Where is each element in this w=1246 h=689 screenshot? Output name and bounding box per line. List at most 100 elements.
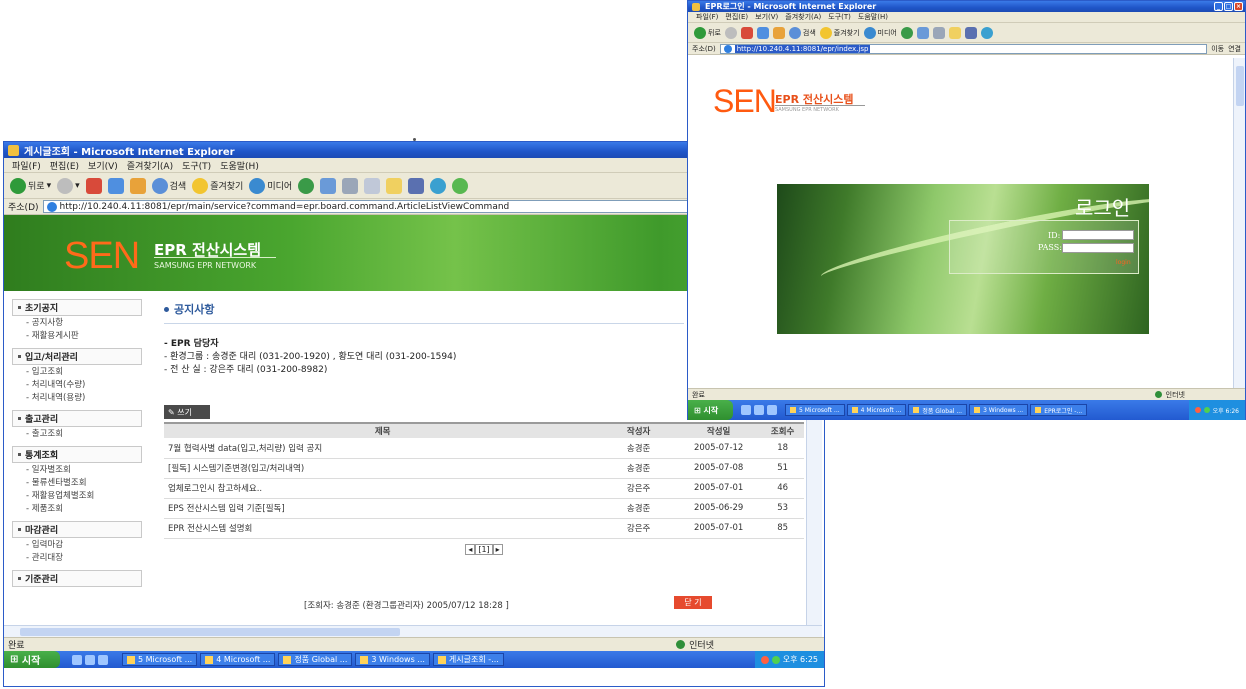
sidebar-item-processing-volume[interactable]: - 처리내역(용량) bbox=[12, 393, 142, 404]
refresh-icon[interactable] bbox=[756, 26, 769, 39]
tray-icon[interactable] bbox=[760, 655, 769, 664]
folder-icon[interactable] bbox=[386, 177, 403, 194]
sidebar-item-input-closing[interactable]: - 입력마감 bbox=[12, 540, 142, 551]
history-icon[interactable] bbox=[900, 26, 913, 39]
start-button[interactable]: ⊞ 시작 bbox=[688, 400, 733, 420]
vertical-scrollbar[interactable] bbox=[1233, 58, 1245, 388]
history-icon[interactable] bbox=[298, 177, 315, 194]
home-icon[interactable] bbox=[772, 26, 785, 39]
write-button[interactable]: ✎ 쓰기 bbox=[164, 405, 210, 419]
menu-view[interactable]: 보기(V) bbox=[755, 12, 778, 22]
menu-edit[interactable]: 편집(E) bbox=[50, 159, 79, 172]
back-button[interactable]: 뒤로 ▾ bbox=[10, 177, 51, 194]
mail-icon[interactable] bbox=[320, 177, 337, 194]
scroll-thumb[interactable] bbox=[20, 628, 400, 636]
desktop-icon[interactable] bbox=[741, 405, 751, 415]
sidebar-heading[interactable]: 통계조회 bbox=[12, 446, 142, 463]
menu-help[interactable]: 도움말(H) bbox=[220, 159, 259, 172]
taskbar-item[interactable]: EPR로그인 -... bbox=[1030, 404, 1088, 416]
sidebar-item-by-date[interactable]: - 일자별조회 bbox=[12, 465, 142, 476]
sidebar-item-product[interactable]: - 제품조회 bbox=[12, 504, 142, 515]
print-icon[interactable] bbox=[342, 177, 359, 194]
search-button[interactable]: 검색 bbox=[788, 26, 816, 39]
forward-icon[interactable] bbox=[724, 26, 737, 39]
minimize-button[interactable]: _ bbox=[1214, 2, 1223, 11]
tray-icon[interactable] bbox=[1194, 407, 1201, 413]
home-icon[interactable] bbox=[129, 177, 146, 194]
menu-edit[interactable]: 편집(E) bbox=[725, 12, 748, 22]
login-button[interactable]: login bbox=[1116, 259, 1131, 266]
sidebar-item-by-recycler[interactable]: - 재활용업체별조회 bbox=[12, 491, 142, 502]
taskbar-item[interactable]: 5 Microsoft ... bbox=[122, 653, 198, 666]
tray-icon[interactable] bbox=[771, 655, 780, 664]
table-row[interactable]: 업체로그인시 참고하세요.. 강은주 2005-07-01 46 bbox=[164, 478, 804, 499]
extra-icon[interactable] bbox=[452, 177, 469, 194]
taskbar-item[interactable]: 게시글조회 -... bbox=[432, 653, 504, 666]
horizontal-scrollbar[interactable] bbox=[4, 625, 822, 637]
stop-icon[interactable] bbox=[85, 177, 102, 194]
sidebar-heading[interactable]: 출고관리 bbox=[12, 410, 142, 427]
next-page-button[interactable]: ▸ bbox=[492, 543, 503, 555]
menu-tools[interactable]: 도구(T) bbox=[828, 12, 851, 22]
back-button[interactable]: 뒤로 bbox=[694, 26, 721, 39]
sidebar-item-ledger[interactable]: - 관리대장 bbox=[12, 553, 142, 564]
sidebar-item-by-center[interactable]: - 물류센타별조회 bbox=[12, 478, 142, 489]
sidebar-heading[interactable]: 초기공지 bbox=[12, 299, 142, 316]
post-title[interactable]: [필독] 시스템기준변경(입고/처리내역) bbox=[164, 458, 602, 479]
maximize-button[interactable]: □ bbox=[1224, 2, 1233, 11]
close-window-button[interactable]: × bbox=[1234, 2, 1243, 11]
tray-icon[interactable] bbox=[1203, 407, 1210, 413]
table-row[interactable]: EPS 전산시스템 입력 기준[필독] 송경준 2005-06-29 53 bbox=[164, 498, 804, 519]
desktop-icon[interactable] bbox=[72, 654, 82, 665]
ie-icon[interactable] bbox=[98, 654, 108, 665]
table-row[interactable]: 7월 협력사별 data(입고,처리량) 입력 공지 송경준 2005-07-1… bbox=[164, 438, 804, 459]
menu-help[interactable]: 도움말(H) bbox=[858, 12, 888, 22]
sidebar-heading[interactable]: 기준관리 bbox=[12, 570, 142, 587]
print-icon[interactable] bbox=[932, 26, 945, 39]
favorites-button[interactable]: 즐겨찾기 bbox=[192, 177, 243, 194]
folder-icon[interactable] bbox=[948, 26, 961, 39]
research-icon[interactable] bbox=[408, 177, 425, 194]
post-title[interactable]: 업체로그인시 참고하세요.. bbox=[164, 478, 602, 499]
sidebar-item-outbound-search[interactable]: - 출고조회 bbox=[12, 429, 142, 440]
taskbar-item[interactable]: 3 Windows ... bbox=[969, 404, 1029, 416]
folder-icon[interactable] bbox=[85, 654, 95, 665]
mail-icon[interactable] bbox=[916, 26, 929, 39]
go-button[interactable]: 이동 bbox=[1211, 44, 1224, 54]
page-number[interactable]: [1] bbox=[475, 543, 493, 555]
table-row[interactable]: EPR 전산시스템 설명회 강은주 2005-07-01 85 bbox=[164, 518, 804, 539]
messenger-icon[interactable] bbox=[430, 177, 447, 194]
post-title[interactable]: 7월 협력사별 data(입고,처리량) 입력 공지 bbox=[164, 438, 602, 459]
prev-page-button[interactable]: ◂ bbox=[465, 543, 476, 555]
forward-button[interactable]: ▾ bbox=[57, 177, 80, 194]
sidebar-item-notices[interactable]: - 공지사항 bbox=[12, 318, 142, 329]
taskbar-item[interactable]: 3 Windows ... bbox=[355, 653, 430, 666]
close-button[interactable]: 닫 기 bbox=[674, 596, 712, 609]
refresh-icon[interactable] bbox=[107, 177, 124, 194]
sidebar-heading[interactable]: 입고/처리관리 bbox=[12, 348, 142, 365]
folder-icon[interactable] bbox=[754, 405, 764, 415]
favorites-button[interactable]: 즐겨찾기 bbox=[819, 26, 860, 39]
id-input[interactable] bbox=[1062, 230, 1134, 240]
table-row[interactable]: [필독] 시스템기준변경(입고/처리내역) 송경준 2005-07-08 51 bbox=[164, 458, 804, 479]
start-button[interactable]: ⊞ 시작 bbox=[4, 651, 60, 668]
menu-file[interactable]: 파일(F) bbox=[696, 12, 718, 22]
taskbar-item[interactable]: 정품 Global ... bbox=[908, 404, 968, 416]
post-title[interactable]: EPR 전산시스템 설명회 bbox=[164, 518, 602, 539]
sidebar-item-processing-qty[interactable]: - 처리내역(수량) bbox=[12, 380, 142, 391]
menu-file[interactable]: 파일(F) bbox=[12, 159, 41, 172]
menu-favorites[interactable]: 즐겨찾기(A) bbox=[785, 12, 821, 22]
url-input[interactable]: http://10.240.4.11:8081/epr/index.jsp bbox=[719, 43, 1208, 54]
taskbar-item[interactable]: 5 Microsoft ... bbox=[785, 404, 845, 416]
sidebar-heading[interactable]: 마감관리 bbox=[12, 521, 142, 538]
ie-icon[interactable] bbox=[767, 405, 777, 415]
links-button[interactable]: 연결 bbox=[1228, 44, 1241, 54]
sidebar-item-recycle-board[interactable]: - 재활용게시판 bbox=[12, 331, 142, 342]
media-button[interactable]: 미디어 bbox=[249, 177, 292, 194]
taskbar-item[interactable]: 정품 Global ... bbox=[278, 653, 353, 666]
stop-icon[interactable] bbox=[740, 26, 753, 39]
search-button[interactable]: 검색 bbox=[151, 177, 186, 194]
sidebar-item-inbound-search[interactable]: - 입고조회 bbox=[12, 367, 142, 378]
menu-view[interactable]: 보기(V) bbox=[88, 159, 118, 172]
research-icon[interactable] bbox=[964, 26, 977, 39]
